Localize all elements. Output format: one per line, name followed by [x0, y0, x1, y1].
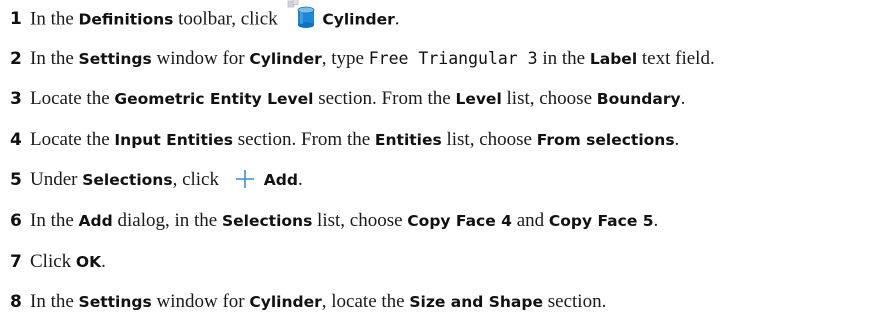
- step-text: In the: [30, 8, 79, 30]
- ui-term: Entities: [374, 131, 442, 149]
- step-number: 2: [10, 49, 22, 69]
- ui-term: Boundary: [596, 90, 681, 108]
- typed-value: Free Triangular 3: [368, 49, 538, 68]
- ui-term: Selections: [82, 171, 173, 189]
- ui-term: Selections: [221, 212, 313, 230]
- step-7: 7 Click OK.: [10, 250, 106, 274]
- ui-term: Settings: [78, 50, 152, 68]
- step-6: 6 In the Add dialog, in the Selections li…: [10, 209, 658, 233]
- step-text: , click: [172, 169, 219, 190]
- ui-term: Cylinder: [249, 50, 322, 68]
- ui-term: Geometric Entity Level: [114, 90, 314, 108]
- step-text: .: [394, 8, 400, 30]
- step-text: Locate the: [30, 88, 115, 109]
- step-text: .: [680, 88, 686, 109]
- ui-term: Copy Face 4: [407, 212, 512, 230]
- step-text: window for: [151, 48, 250, 69]
- step-text: text field.: [637, 48, 715, 69]
- step-8: 8 In the Settings window for Cylinder, lo…: [10, 290, 606, 314]
- step-text: In the: [30, 48, 79, 69]
- step-number: 3: [10, 89, 22, 109]
- ui-term: OK: [75, 253, 102, 271]
- step-number: 1: [10, 9, 22, 30]
- ui-term: Add: [78, 212, 113, 230]
- step-text: section.: [543, 291, 607, 312]
- ui-term: Cylinder: [249, 293, 322, 311]
- ui-term: Size and Shape: [409, 293, 544, 311]
- step-text: section. From the: [313, 88, 456, 109]
- step-text: dialog, in the: [112, 210, 222, 231]
- ui-term: Definitions: [78, 10, 174, 29]
- step-number: 5: [10, 170, 22, 190]
- step-text: Click: [30, 251, 76, 272]
- plus-icon: [230, 167, 260, 191]
- step-text: In the: [30, 210, 79, 231]
- step-text: list, choose: [441, 129, 537, 150]
- step-number: 6: [10, 211, 22, 231]
- ui-term: Label: [589, 50, 638, 68]
- step-text: , type: [321, 48, 369, 69]
- step-3: 3 Locate the Geometric Entity Level secti…: [10, 87, 685, 111]
- step-text: list, choose: [501, 88, 597, 109]
- step-text: section. From the: [232, 129, 375, 150]
- step-text: Under: [30, 169, 83, 190]
- ui-term: Settings: [78, 293, 152, 311]
- step-text: In the: [30, 291, 79, 312]
- step-text: toolbar, click: [173, 8, 278, 30]
- step-text: .: [674, 129, 680, 150]
- step-4: 4 Locate the Input Entities section. From…: [10, 128, 679, 152]
- step-2: 2 In the Settings window for Cylinder, ty…: [10, 47, 715, 71]
- step-number: 4: [10, 130, 22, 150]
- step-number: 8: [10, 292, 22, 312]
- step-text: , locate the: [321, 291, 410, 312]
- step-text: in the: [537, 48, 590, 69]
- step-5: 5 Under Selections, click Add.: [10, 168, 303, 192]
- ui-term: Input Entities: [114, 131, 233, 149]
- step-1: 1 In the Definitions toolbar, click Cylin…: [10, 0, 400, 30]
- step-text: Locate the: [30, 129, 115, 150]
- step-text: .: [653, 210, 659, 231]
- step-text: window for: [151, 291, 250, 312]
- ui-term: Add: [263, 171, 298, 189]
- ui-term: Copy Face 5: [548, 212, 654, 230]
- step-number: 7: [10, 252, 22, 272]
- step-text: list, choose: [312, 210, 408, 231]
- step-text: .: [297, 169, 303, 190]
- cylinder-icon: [286, 0, 320, 29]
- step-text: .: [101, 251, 106, 272]
- ui-term: From selections: [536, 131, 675, 149]
- step-text: and: [511, 210, 549, 231]
- ui-term: Cylinder: [322, 10, 395, 29]
- ui-term: Level: [455, 90, 502, 108]
